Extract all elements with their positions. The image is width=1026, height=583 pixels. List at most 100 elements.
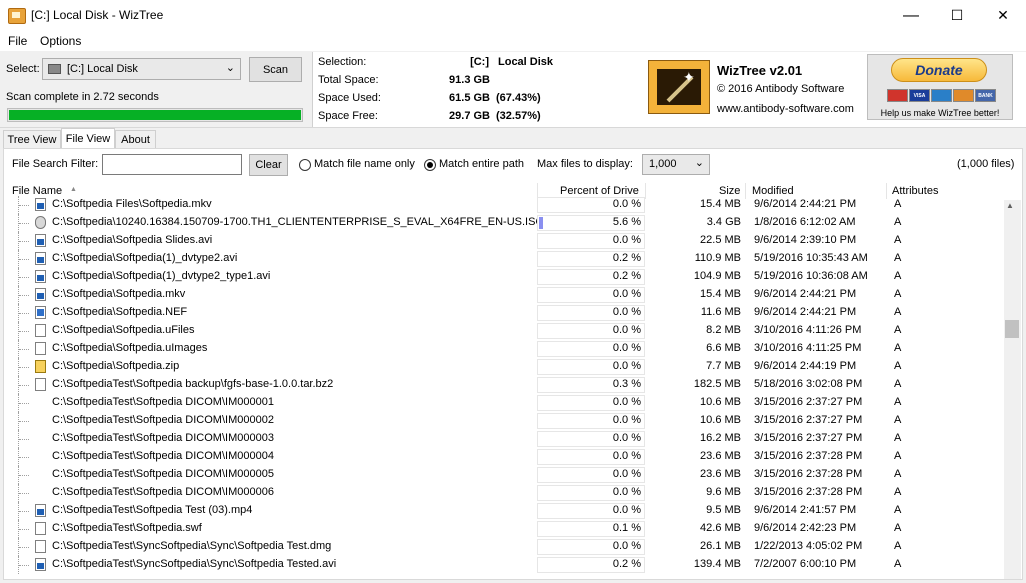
file-attributes: A [894,270,902,282]
chevron-down-icon: ⌄ [225,62,235,74]
file-size: 110.9 MB [694,252,741,264]
menu-options[interactable]: Options [40,34,81,48]
tree-line [19,421,29,422]
file-name: C:\SoftpediaTest\Softpedia.swf [52,522,202,534]
table-row[interactable]: C:\SoftpediaTest\Softpedia DICOM\IM00000… [4,484,1002,502]
file-modified: 9/6/2014 2:39:10 PM [754,234,857,246]
table-row[interactable]: C:\Softpedia\Softpedia.zip 0.0 % 7.7 MB 9/6… [4,358,1002,376]
match-entire-path-radio[interactable] [424,159,436,171]
file-name: C:\Softpedia\Softpedia(1)_dvtype2_type1.… [52,270,271,282]
percent-of-drive: 0.0 % [612,486,641,498]
file-media-icon [35,504,46,517]
donate-panel[interactable]: Donate VISA BANK Help us make WizTree be… [867,54,1013,120]
table-row[interactable]: C:\Softpedia\Softpedia.uFiles 0.0 % 8.2 MB… [4,322,1002,340]
file-attributes: A [894,450,902,462]
tree-line [19,295,29,296]
maximize-button[interactable]: ☐ [934,0,980,31]
file-modified: 1/8/2016 6:12:02 AM [754,216,856,228]
file-modified: 7/2/2007 6:00:10 PM [754,558,857,570]
table-row[interactable]: C:\Softpedia\Softpedia.NEF 0.0 % 11.6 MB 9/… [4,304,1002,322]
file-name: C:\Softpedia\Softpedia.NEF [52,306,188,318]
table-row[interactable]: C:\SoftpediaTest\SyncSoftpedia\Sync\Soft… [4,556,1002,574]
percent-of-drive: 0.2 % [612,270,641,282]
match-entire-path-label[interactable]: Match entire path [439,158,524,170]
file-attributes: A [894,306,902,318]
file-name: C:\Softpedia Files\Softpedia.mkv [52,198,212,210]
file-size: 22.5 MB [700,234,741,246]
file-search-input[interactable] [102,154,242,175]
file-name: C:\Softpedia\Softpedia.uImages [52,342,208,354]
percent-of-drive: 0.0 % [612,234,641,246]
table-row[interactable]: C:\Softpedia\Softpedia.mkv 0.0 % 15.4 MB 9/… [4,286,1002,304]
file-media-icon [35,288,46,301]
scroll-up-icon[interactable]: ▲ [1006,201,1014,210]
file-name: C:\SoftpediaTest\Softpedia DICOM\IM00000… [52,432,274,444]
file-modified: 3/15/2016 2:37:28 PM [754,468,863,480]
tab-about[interactable]: About [115,130,156,148]
file-attributes: A [894,504,902,516]
clear-button[interactable]: Clear [249,154,288,176]
percent-of-drive: 0.0 % [612,432,641,444]
file-modified: 3/15/2016 2:37:27 PM [754,396,863,408]
table-row[interactable]: C:\SoftpediaTest\Softpedia DICOM\IM00000… [4,394,1002,412]
table-row[interactable]: C:\SoftpediaTest\SyncSoftpedia\Sync\Soft… [4,538,1002,556]
max-files-select[interactable]: 1,000 ⌄ [642,154,710,175]
file-name: C:\SoftpediaTest\Softpedia DICOM\IM00000… [52,396,274,408]
stats-panel: Selection: [C:] Local Disk Total Space: … [312,52,644,127]
brand-url[interactable]: www.antibody-software.com [717,103,854,115]
percent-of-drive: 0.0 % [612,468,641,480]
table-row[interactable]: C:\SoftpediaTest\Softpedia.swf 0.1 % 42.6 … [4,520,1002,538]
tab-tree-view[interactable]: Tree View [3,130,61,148]
table-row[interactable]: C:\Softpedia\Softpedia.uImages 0.0 % 6.6 M… [4,340,1002,358]
selection-drive: [C:] [470,56,489,68]
file-modified: 9/6/2014 2:41:57 PM [754,504,857,516]
scan-button[interactable]: Scan [249,57,302,82]
table-row[interactable]: C:\Softpedia\Softpedia(1)_dvtype2.avi 0.2… [4,250,1002,268]
file-size: 9.5 MB [706,504,741,516]
table-row[interactable]: C:\SoftpediaTest\Softpedia Test (03).mp4… [4,502,1002,520]
drive-select[interactable]: [C:] Local Disk ⌄ [42,58,241,80]
tree-line [19,511,29,512]
match-file-name-label[interactable]: Match file name only [314,158,415,170]
tree-line [19,439,29,440]
percent-of-drive: 0.1 % [612,522,641,534]
file-modified: 5/19/2016 10:36:08 AM [754,270,868,282]
table-row[interactable]: C:\Softpedia\Softpedia Slides.avi 0.0 % 22… [4,232,1002,250]
tab-file-view[interactable]: File View [61,128,115,149]
close-button[interactable]: ✕ [980,0,1026,31]
tree-line [19,259,29,260]
donate-button[interactable]: Donate [891,58,987,82]
file-size: 8.2 MB [706,324,741,336]
percent-of-drive: 0.2 % [612,252,641,264]
file-count: (1,000 files) [957,158,1015,170]
scan-progress-bar [7,108,303,122]
percent-of-drive: 0.0 % [612,306,641,318]
table-row[interactable]: C:\Softpedia\Softpedia(1)_dvtype2_type1.… [4,268,1002,286]
percent-of-drive: 0.0 % [612,342,641,354]
table-row[interactable]: C:\SoftpediaTest\Softpedia DICOM\IM00000… [4,466,1002,484]
percent-of-drive: 0.0 % [612,324,641,336]
file-doc-icon [35,342,46,355]
table-row[interactable]: C:\SoftpediaTest\Softpedia DICOM\IM00000… [4,448,1002,466]
table-row[interactable]: C:\SoftpediaTest\Softpedia backup\fgfs-b… [4,376,1002,394]
table-row[interactable]: C:\SoftpediaTest\Softpedia DICOM\IM00000… [4,412,1002,430]
file-size: 10.6 MB [700,396,741,408]
chevron-down-icon: ⌄ [694,157,704,169]
table-row[interactable]: C:\Softpedia Files\Softpedia.mkv 0.0 % 15.… [4,196,1002,214]
minimize-button[interactable]: — [888,0,934,31]
table-row[interactable]: C:\Softpedia\10240.16384.150709-1700.TH1… [4,214,1002,232]
space-used-label: Space Used: [318,92,381,104]
menu-file[interactable]: File [8,34,27,48]
tree-line [19,529,29,530]
visa-icon: VISA [909,89,930,102]
vertical-scrollbar[interactable] [1004,200,1021,579]
file-name: C:\SoftpediaTest\Softpedia Test (03).mp4 [52,504,253,516]
file-doc-icon [35,378,46,391]
match-file-name-radio[interactable] [299,159,311,171]
table-row[interactable]: C:\SoftpediaTest\Softpedia DICOM\IM00000… [4,430,1002,448]
tree-line [19,367,29,368]
file-size: 15.4 MB [700,288,741,300]
donate-caption: Help us make WizTree better! [880,108,1000,118]
file-name: C:\Softpedia\Softpedia Slides.avi [52,234,213,246]
scrollbar-thumb[interactable] [1005,320,1019,338]
